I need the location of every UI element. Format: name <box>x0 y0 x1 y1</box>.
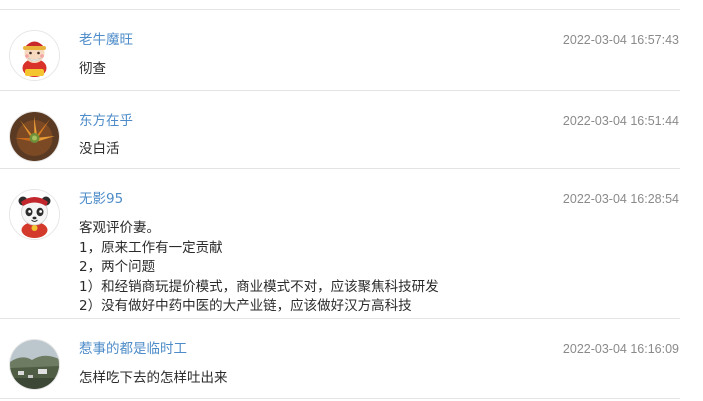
comment-line: 客观评价妻。 <box>79 220 160 236</box>
succulent-plant-photo <box>10 112 59 161</box>
comment-timestamp: 2022-03-04 16:51:44 <box>562 114 679 128</box>
comment-timestamp: 2022-03-04 16:28:54 <box>562 192 679 206</box>
cartoon-caishen-icon <box>10 31 59 80</box>
comment-body: 没白活 <box>79 140 120 160</box>
divider <box>0 168 680 169</box>
divider <box>0 9 680 10</box>
comment-username[interactable]: 无影95 <box>79 191 123 207</box>
comment-line: 2，两个问题 <box>79 259 156 275</box>
comment-line: 1，原来工作有一定贡献 <box>79 239 223 256</box>
divider <box>0 398 680 399</box>
comment-timestamp: 2022-03-04 16:16:09 <box>562 342 679 356</box>
comment-body: 客观评价妻。 1，原来工作有一定贡献 2，两个问题 1）和经销商玩提价模式，商业… <box>79 219 439 317</box>
divider <box>0 318 680 319</box>
comment-body: 怎样吃下去的怎样吐出来 <box>79 369 228 389</box>
comment-username[interactable]: 东方在乎 <box>79 113 133 129</box>
comment-line: 1）和经销商玩提价模式，商业模式不对，应该聚焦科技研发 <box>79 278 439 295</box>
comment-line: 没白活 <box>79 141 120 157</box>
comment-line: 怎样吃下去的怎样吐出来 <box>79 370 228 386</box>
comment-body: 彻查 <box>79 60 106 80</box>
avatar[interactable] <box>9 111 60 162</box>
avatar[interactable] <box>9 189 60 240</box>
comment-username[interactable]: 惹事的都是临时工 <box>79 341 187 357</box>
comment-username[interactable]: 老牛魔旺 <box>79 32 133 48</box>
landscape-photo <box>10 340 59 389</box>
comment-timestamp: 2022-03-04 16:57:43 <box>562 33 679 47</box>
cartoon-panda-icon <box>10 190 59 239</box>
avatar[interactable] <box>9 30 60 81</box>
comment-line: 2）没有做好中药中医的大产业链，应该做好汉方高科技 <box>79 298 412 314</box>
divider <box>0 90 680 91</box>
avatar[interactable] <box>9 339 60 390</box>
comment-line: 彻查 <box>79 61 106 77</box>
